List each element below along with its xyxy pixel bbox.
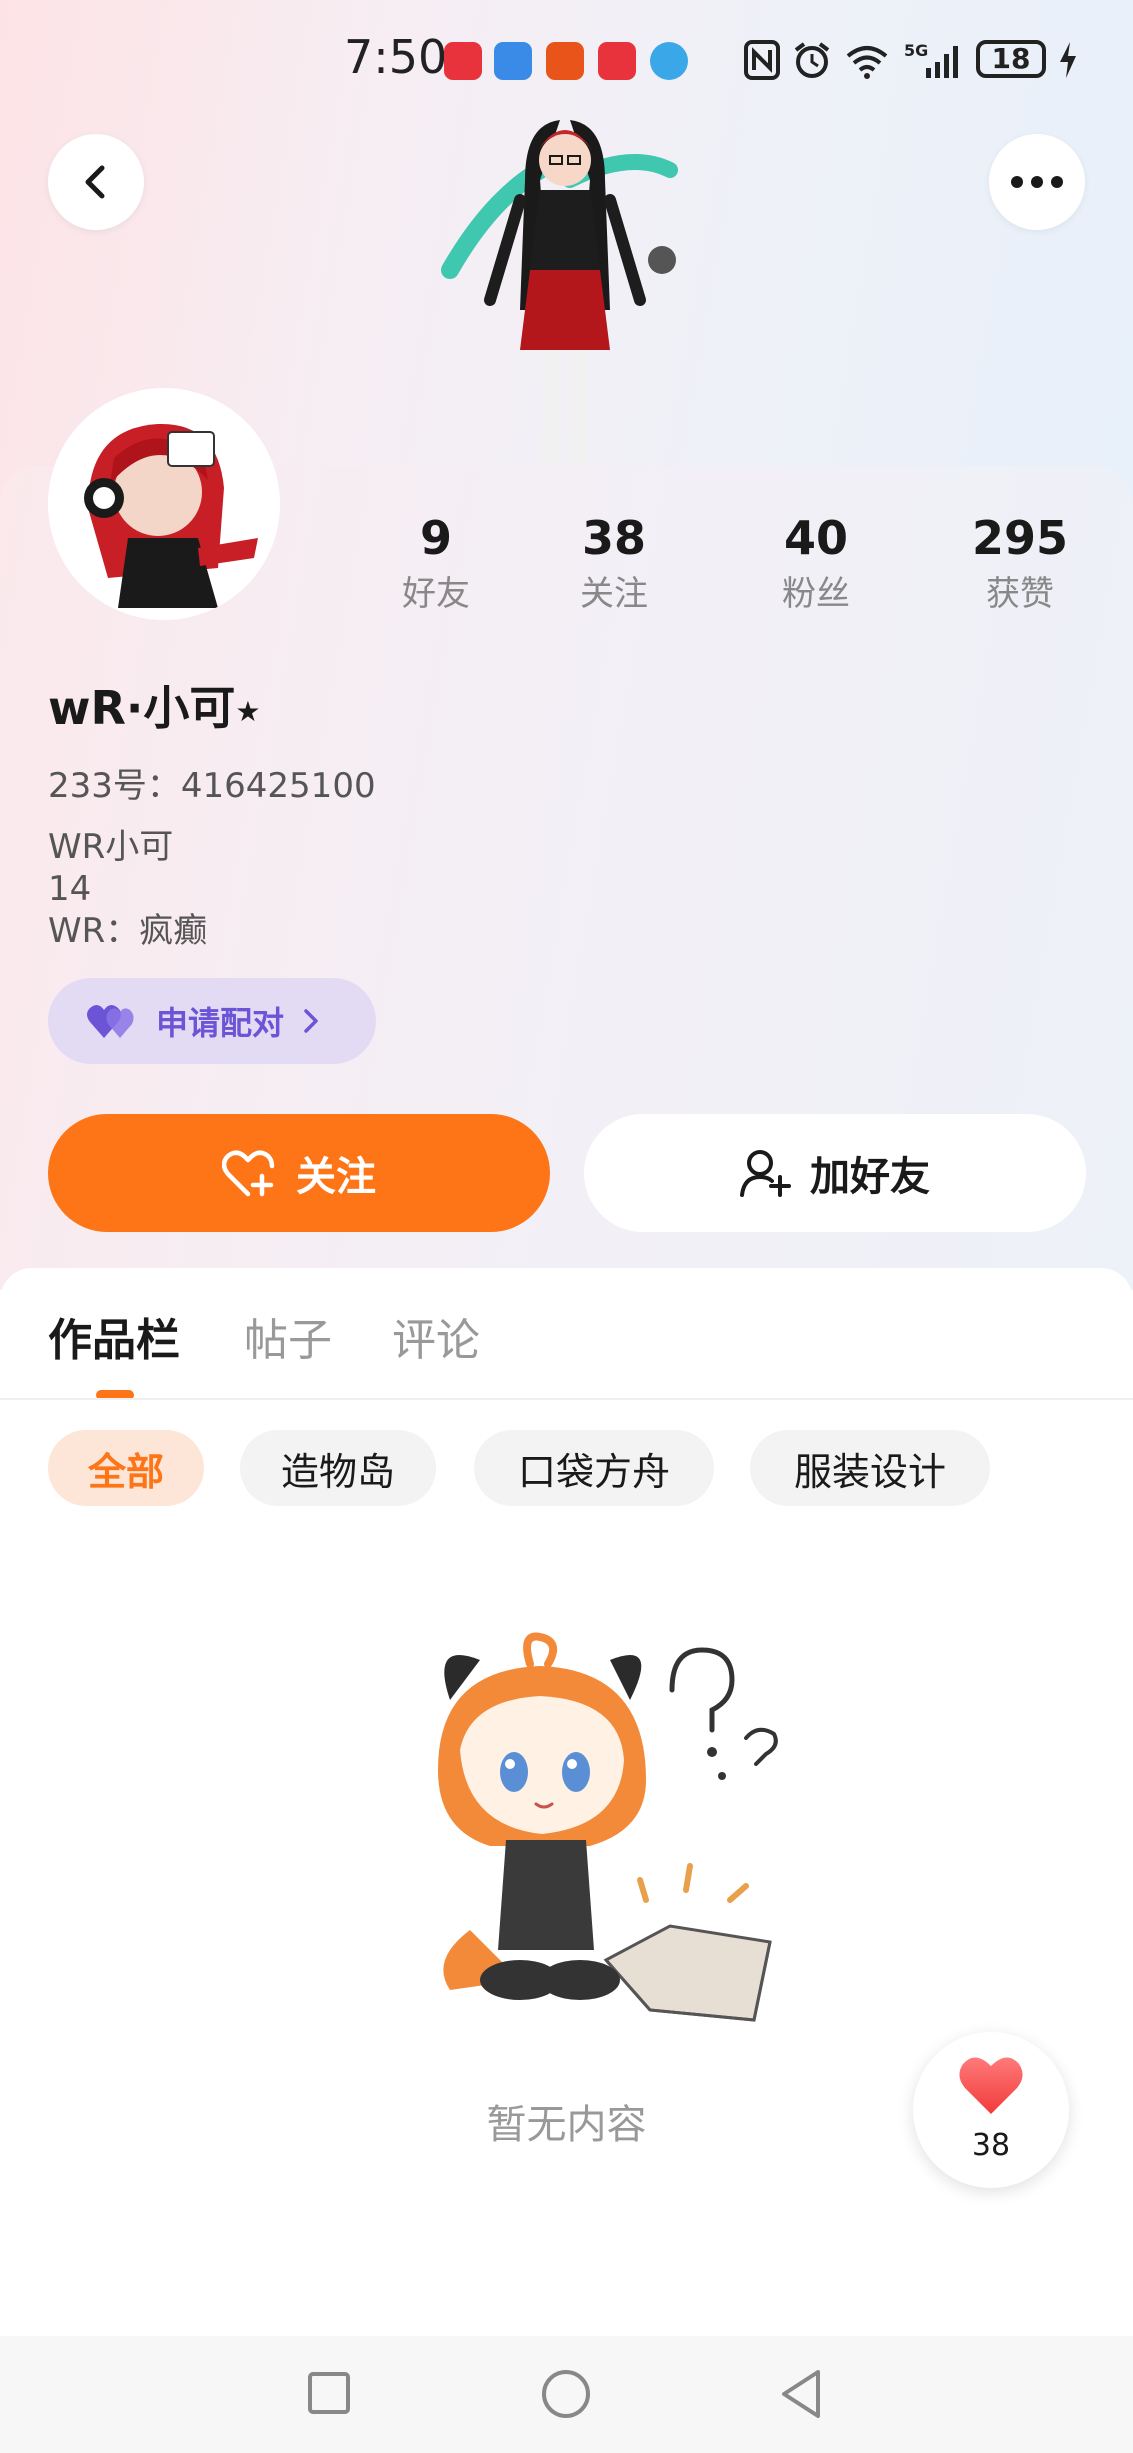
follow-button[interactable]: 关注	[48, 1114, 550, 1232]
stat-value: 40	[783, 511, 848, 565]
more-button[interactable]	[989, 134, 1085, 230]
chevron-right-icon	[304, 1009, 318, 1033]
star-icon: ★	[235, 695, 261, 728]
wifi-icon	[846, 46, 888, 79]
status-time: 7:50	[344, 30, 448, 84]
back-nav-icon[interactable]	[778, 2368, 826, 2420]
charging-icon	[1060, 42, 1076, 78]
nickname-text: wR·小可	[48, 681, 236, 735]
tab-posts[interactable]: 帖子	[244, 1304, 332, 1368]
request-pair-label: 申请配对	[156, 1004, 285, 1042]
stat-value: 295	[971, 511, 1069, 565]
character-showcase-image[interactable]	[430, 110, 700, 470]
like-count: 38	[971, 2128, 1011, 2163]
tab-works[interactable]: 作品栏	[48, 1304, 180, 1368]
chevron-left-icon	[85, 165, 105, 199]
signal-5g-icon: 5G	[904, 41, 958, 78]
like-floating-button[interactable]: 38	[913, 2032, 1069, 2188]
heart-plus-icon	[222, 1150, 275, 1197]
empty-state-illustration	[438, 1632, 778, 2022]
add-friend-button[interactable]: 加好友	[584, 1114, 1086, 1232]
stat-label: 好友	[402, 574, 470, 614]
app-icon	[494, 42, 532, 80]
recent-apps-icon[interactable]	[306, 2370, 352, 2416]
tab-comments[interactable]: 评论	[392, 1304, 480, 1368]
nfc-icon	[744, 40, 780, 80]
filter-creation-island[interactable]: 造物岛	[240, 1430, 436, 1506]
filter-all[interactable]: 全部	[48, 1430, 204, 1506]
filter-pocket-ark[interactable]: 口袋方舟	[474, 1430, 714, 1506]
huawei-icon	[598, 42, 636, 80]
heart-pair-icon	[87, 1004, 134, 1038]
bio-line: 14	[48, 869, 92, 909]
user-id[interactable]: 233号：416425100	[48, 758, 376, 807]
xiaohongshu-icon	[444, 42, 482, 80]
add-friend-label: 加好友	[810, 1154, 930, 1200]
stat-followers[interactable]: 40 粉丝	[736, 508, 896, 618]
stat-value: 9	[419, 511, 452, 565]
svg-text:5G: 5G	[904, 41, 928, 60]
back-button[interactable]	[48, 134, 144, 230]
stat-likes[interactable]: 295 获赞	[940, 508, 1100, 618]
alarm-icon	[794, 42, 830, 78]
system-navigation-bar	[0, 2336, 1133, 2453]
nickname: wR·小可★	[48, 672, 261, 738]
stat-following[interactable]: 38 关注	[534, 508, 694, 618]
heart-icon	[959, 2057, 1023, 2114]
browser-icon	[650, 42, 688, 80]
more-dots-icon	[1011, 176, 1063, 188]
filter-fashion-design[interactable]: 服装设计	[750, 1430, 990, 1506]
stat-value: 38	[581, 511, 646, 565]
follow-label: 关注	[296, 1154, 376, 1200]
home-icon[interactable]	[540, 2368, 592, 2420]
status-bar: 7:50 5G 18	[0, 0, 1133, 120]
stat-label: 粉丝	[782, 574, 850, 614]
stat-friends[interactable]: 9 好友	[356, 508, 516, 618]
bio: WR小可 14 WR：疯癫	[48, 826, 207, 952]
divider	[0, 1398, 1133, 1400]
taobao-icon	[546, 42, 584, 80]
request-pair-button[interactable]: 申请配对	[48, 978, 376, 1064]
bio-line: WR小可	[48, 827, 174, 867]
stat-label: 关注	[580, 574, 648, 614]
stat-label: 获赞	[986, 574, 1054, 614]
avatar-image	[48, 388, 280, 620]
avatar[interactable]	[48, 388, 280, 620]
bio-line: WR：疯癫	[48, 911, 208, 951]
user-add-icon	[740, 1150, 791, 1197]
battery-indicator: 18	[976, 40, 1046, 78]
